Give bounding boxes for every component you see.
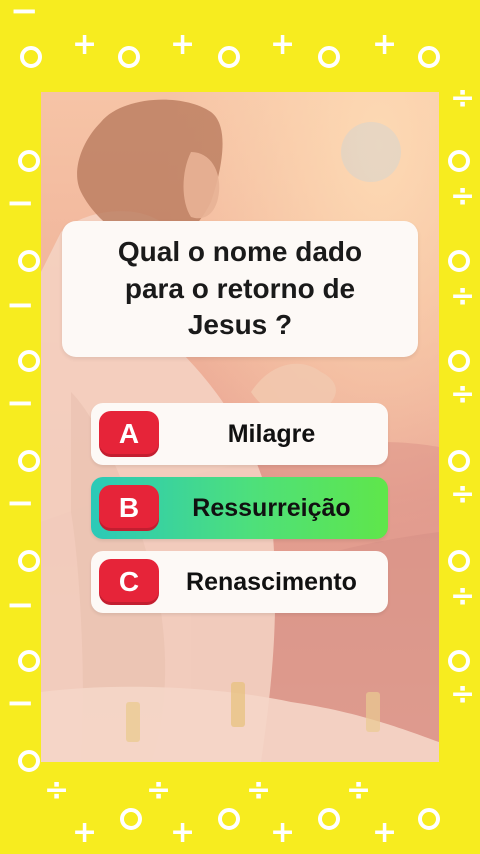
circle-icon bbox=[448, 450, 470, 472]
minus-icon: − bbox=[6, 383, 35, 423]
plus-icon: + bbox=[72, 27, 98, 62]
question-text: Qual o nome dado para o retorno de Jesus… bbox=[117, 236, 363, 341]
divide-icon: ÷ bbox=[450, 477, 476, 512]
divide-icon: ÷ bbox=[450, 377, 476, 412]
circle-icon bbox=[448, 350, 470, 372]
circle-icon bbox=[448, 250, 470, 272]
circle-icon bbox=[18, 150, 40, 172]
circle-icon bbox=[448, 650, 470, 672]
divide-icon: ÷ bbox=[450, 579, 476, 614]
plus-icon: + bbox=[170, 27, 196, 62]
answer-letter-badge: A bbox=[99, 411, 159, 457]
plus-icon: + bbox=[270, 27, 296, 62]
circle-icon bbox=[18, 750, 40, 772]
minus-icon: − bbox=[6, 585, 35, 625]
divide-icon: ÷ bbox=[450, 677, 476, 712]
minus-icon: − bbox=[6, 683, 35, 723]
circle-icon bbox=[120, 808, 142, 830]
plus-icon: + bbox=[270, 815, 296, 850]
circle-icon bbox=[218, 46, 240, 68]
minus-icon: − bbox=[10, 0, 39, 31]
plus-icon: + bbox=[72, 815, 98, 850]
divide-icon: ÷ bbox=[44, 773, 70, 808]
plus-icon: + bbox=[372, 27, 398, 62]
circle-icon bbox=[20, 46, 42, 68]
answer-letter-badge: B bbox=[99, 485, 159, 531]
circle-icon bbox=[448, 550, 470, 572]
circle-icon bbox=[318, 46, 340, 68]
circle-icon bbox=[18, 450, 40, 472]
circle-icon bbox=[118, 46, 140, 68]
circle-icon bbox=[318, 808, 340, 830]
circle-icon bbox=[18, 550, 40, 572]
circle-icon bbox=[418, 808, 440, 830]
minus-icon: − bbox=[6, 183, 35, 223]
plus-icon: + bbox=[170, 815, 196, 850]
plus-icon: + bbox=[372, 815, 398, 850]
answer-option-b[interactable]: B Ressurreição bbox=[91, 477, 388, 539]
divide-icon: ÷ bbox=[146, 773, 172, 808]
circle-icon bbox=[18, 250, 40, 272]
circle-icon bbox=[18, 350, 40, 372]
divide-icon: ÷ bbox=[450, 279, 476, 314]
circle-icon bbox=[218, 808, 240, 830]
answer-option-c[interactable]: C Renascimento bbox=[91, 551, 388, 613]
circle-icon bbox=[418, 46, 440, 68]
circle-icon bbox=[448, 150, 470, 172]
answer-label: Milagre bbox=[227, 419, 316, 448]
answer-letter-badge: C bbox=[99, 559, 159, 605]
answer-label: Ressurreição bbox=[192, 493, 351, 522]
minus-icon: − bbox=[6, 483, 35, 523]
divide-icon: ÷ bbox=[450, 179, 476, 214]
divide-icon: ÷ bbox=[450, 81, 476, 116]
answer-label: Renascimento bbox=[186, 567, 357, 596]
answer-option-a[interactable]: A Milagre bbox=[91, 403, 388, 465]
question-card: Qual o nome dado para o retorno de Jesus… bbox=[62, 221, 418, 357]
circle-icon bbox=[18, 650, 40, 672]
minus-icon: − bbox=[6, 285, 35, 325]
divide-icon: ÷ bbox=[246, 773, 272, 808]
divide-icon: ÷ bbox=[346, 773, 372, 808]
